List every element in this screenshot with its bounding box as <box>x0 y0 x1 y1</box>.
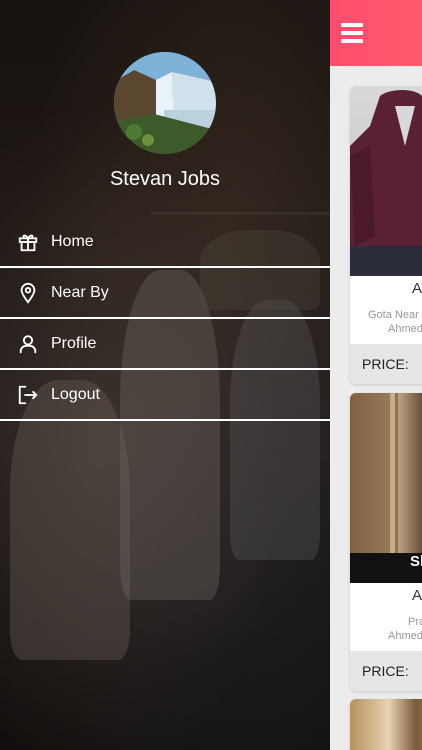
avatar[interactable] <box>114 52 216 154</box>
product-image <box>350 699 422 750</box>
product-image-caption: Sl <box>410 553 422 570</box>
user-icon <box>17 333 39 355</box>
menu-item-label: Home <box>51 232 94 250</box>
product-address-line: Pra <box>408 616 422 628</box>
navigation-drawer: Stevan Jobs Home Near By Profile Logout <box>0 0 330 750</box>
price-label: PRICE: <box>362 356 409 372</box>
top-app-bar <box>330 0 422 66</box>
menu-item-near-by[interactable]: Near By <box>0 268 330 319</box>
product-image: Sl <box>350 393 422 583</box>
user-name: Stevan Jobs <box>109 168 221 190</box>
menu-item-label: Logout <box>51 385 100 403</box>
drawer-menu: Home Near By Profile Logout <box>0 217 330 421</box>
product-address-line: Gota Near <box>368 309 419 321</box>
location-pin-icon <box>17 282 39 304</box>
menu-item-label: Profile <box>51 334 97 352</box>
product-title: A <box>412 280 422 297</box>
price-row: PRICE: <box>350 651 422 691</box>
price-label: PRICE: <box>362 663 409 679</box>
main-content: A Gota Near Ahmed PRICE: Sl A Pra Ahmed … <box>330 0 422 750</box>
background-dress <box>10 380 130 660</box>
logout-icon <box>17 384 39 406</box>
price-row: PRICE: <box>350 344 422 384</box>
product-address-line: Ahmed <box>388 630 422 642</box>
profile-header: Stevan Jobs <box>0 52 330 191</box>
product-card[interactable]: A Gota Near Ahmed PRICE: <box>350 86 422 384</box>
menu-item-home[interactable]: Home <box>0 217 330 268</box>
product-image <box>350 86 422 276</box>
hamburger-icon[interactable] <box>341 23 363 43</box>
product-card[interactable] <box>350 699 422 750</box>
product-card[interactable]: Sl A Pra Ahmed PRICE: <box>350 393 422 691</box>
menu-item-profile[interactable]: Profile <box>0 319 330 370</box>
menu-item-label: Near By <box>51 283 109 301</box>
gift-icon <box>17 231 39 253</box>
background-rack <box>150 212 330 215</box>
avatar-landscape-image <box>114 52 216 154</box>
menu-item-logout[interactable]: Logout <box>0 370 330 421</box>
product-address-line: Ahmed <box>388 323 422 335</box>
product-title: A <box>412 587 422 604</box>
